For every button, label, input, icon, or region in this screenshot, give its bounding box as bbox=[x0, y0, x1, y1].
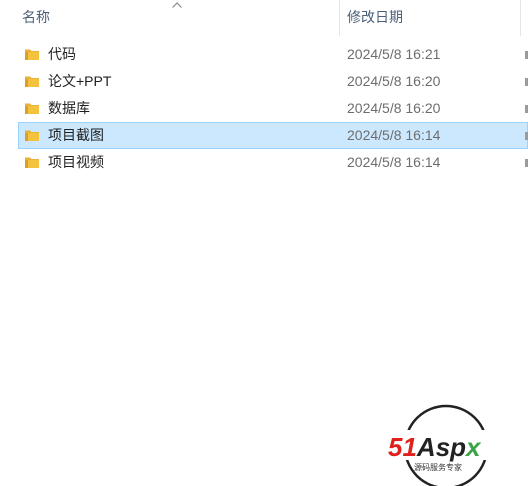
column-header-modified[interactable]: 修改日期 bbox=[340, 0, 520, 36]
file-list-pane: 名称 修改日期 代码 2024/5/8 16:21 论文+PPT 2024/5/… bbox=[0, 0, 528, 486]
list-item[interactable]: 论文+PPT 2024/5/8 16:20 bbox=[0, 68, 528, 95]
column-header-type[interactable] bbox=[520, 0, 528, 36]
file-name: 项目截图 bbox=[48, 127, 104, 143]
up-chevron-icon bbox=[172, 2, 182, 8]
modified-date: 2024/5/8 16:21 bbox=[347, 46, 441, 62]
modified-date: 2024/5/8 16:14 bbox=[347, 127, 441, 143]
folder-icon bbox=[25, 103, 39, 114]
file-name: 项目视频 bbox=[48, 154, 104, 170]
modified-date: 2024/5/8 16:20 bbox=[347, 100, 441, 116]
list-item[interactable]: 项目视频 2024/5/8 16:14 bbox=[0, 149, 528, 176]
logo-tagline: 源码服务专家 bbox=[414, 462, 462, 472]
logo-x: x bbox=[464, 432, 482, 462]
folder-icon bbox=[25, 49, 39, 60]
watermark-logo: 51Aspx 源码服务专家 bbox=[386, 404, 522, 486]
folder-icon bbox=[25, 130, 39, 141]
list-item-selected[interactable]: 项目截图 2024/5/8 16:14 bbox=[0, 122, 528, 149]
logo-51: 51 bbox=[388, 432, 417, 462]
column-header-name[interactable]: 名称 bbox=[0, 0, 340, 36]
folder-icon bbox=[25, 76, 39, 87]
modified-date: 2024/5/8 16:20 bbox=[347, 73, 441, 89]
file-list: 代码 2024/5/8 16:21 论文+PPT 2024/5/8 16:20 … bbox=[0, 41, 528, 176]
column-header-bar: 名称 修改日期 bbox=[0, 0, 528, 36]
file-name: 数据库 bbox=[48, 100, 90, 116]
logo-aspx: Asp bbox=[416, 432, 466, 462]
list-item[interactable]: 代码 2024/5/8 16:21 bbox=[0, 41, 528, 68]
file-name: 论文+PPT bbox=[48, 73, 112, 89]
list-item[interactable]: 数据库 2024/5/8 16:20 bbox=[0, 95, 528, 122]
modified-date: 2024/5/8 16:14 bbox=[347, 154, 441, 170]
file-name: 代码 bbox=[48, 46, 76, 62]
svg-text:51Aspx: 51Aspx bbox=[388, 432, 482, 462]
folder-icon bbox=[25, 157, 39, 168]
